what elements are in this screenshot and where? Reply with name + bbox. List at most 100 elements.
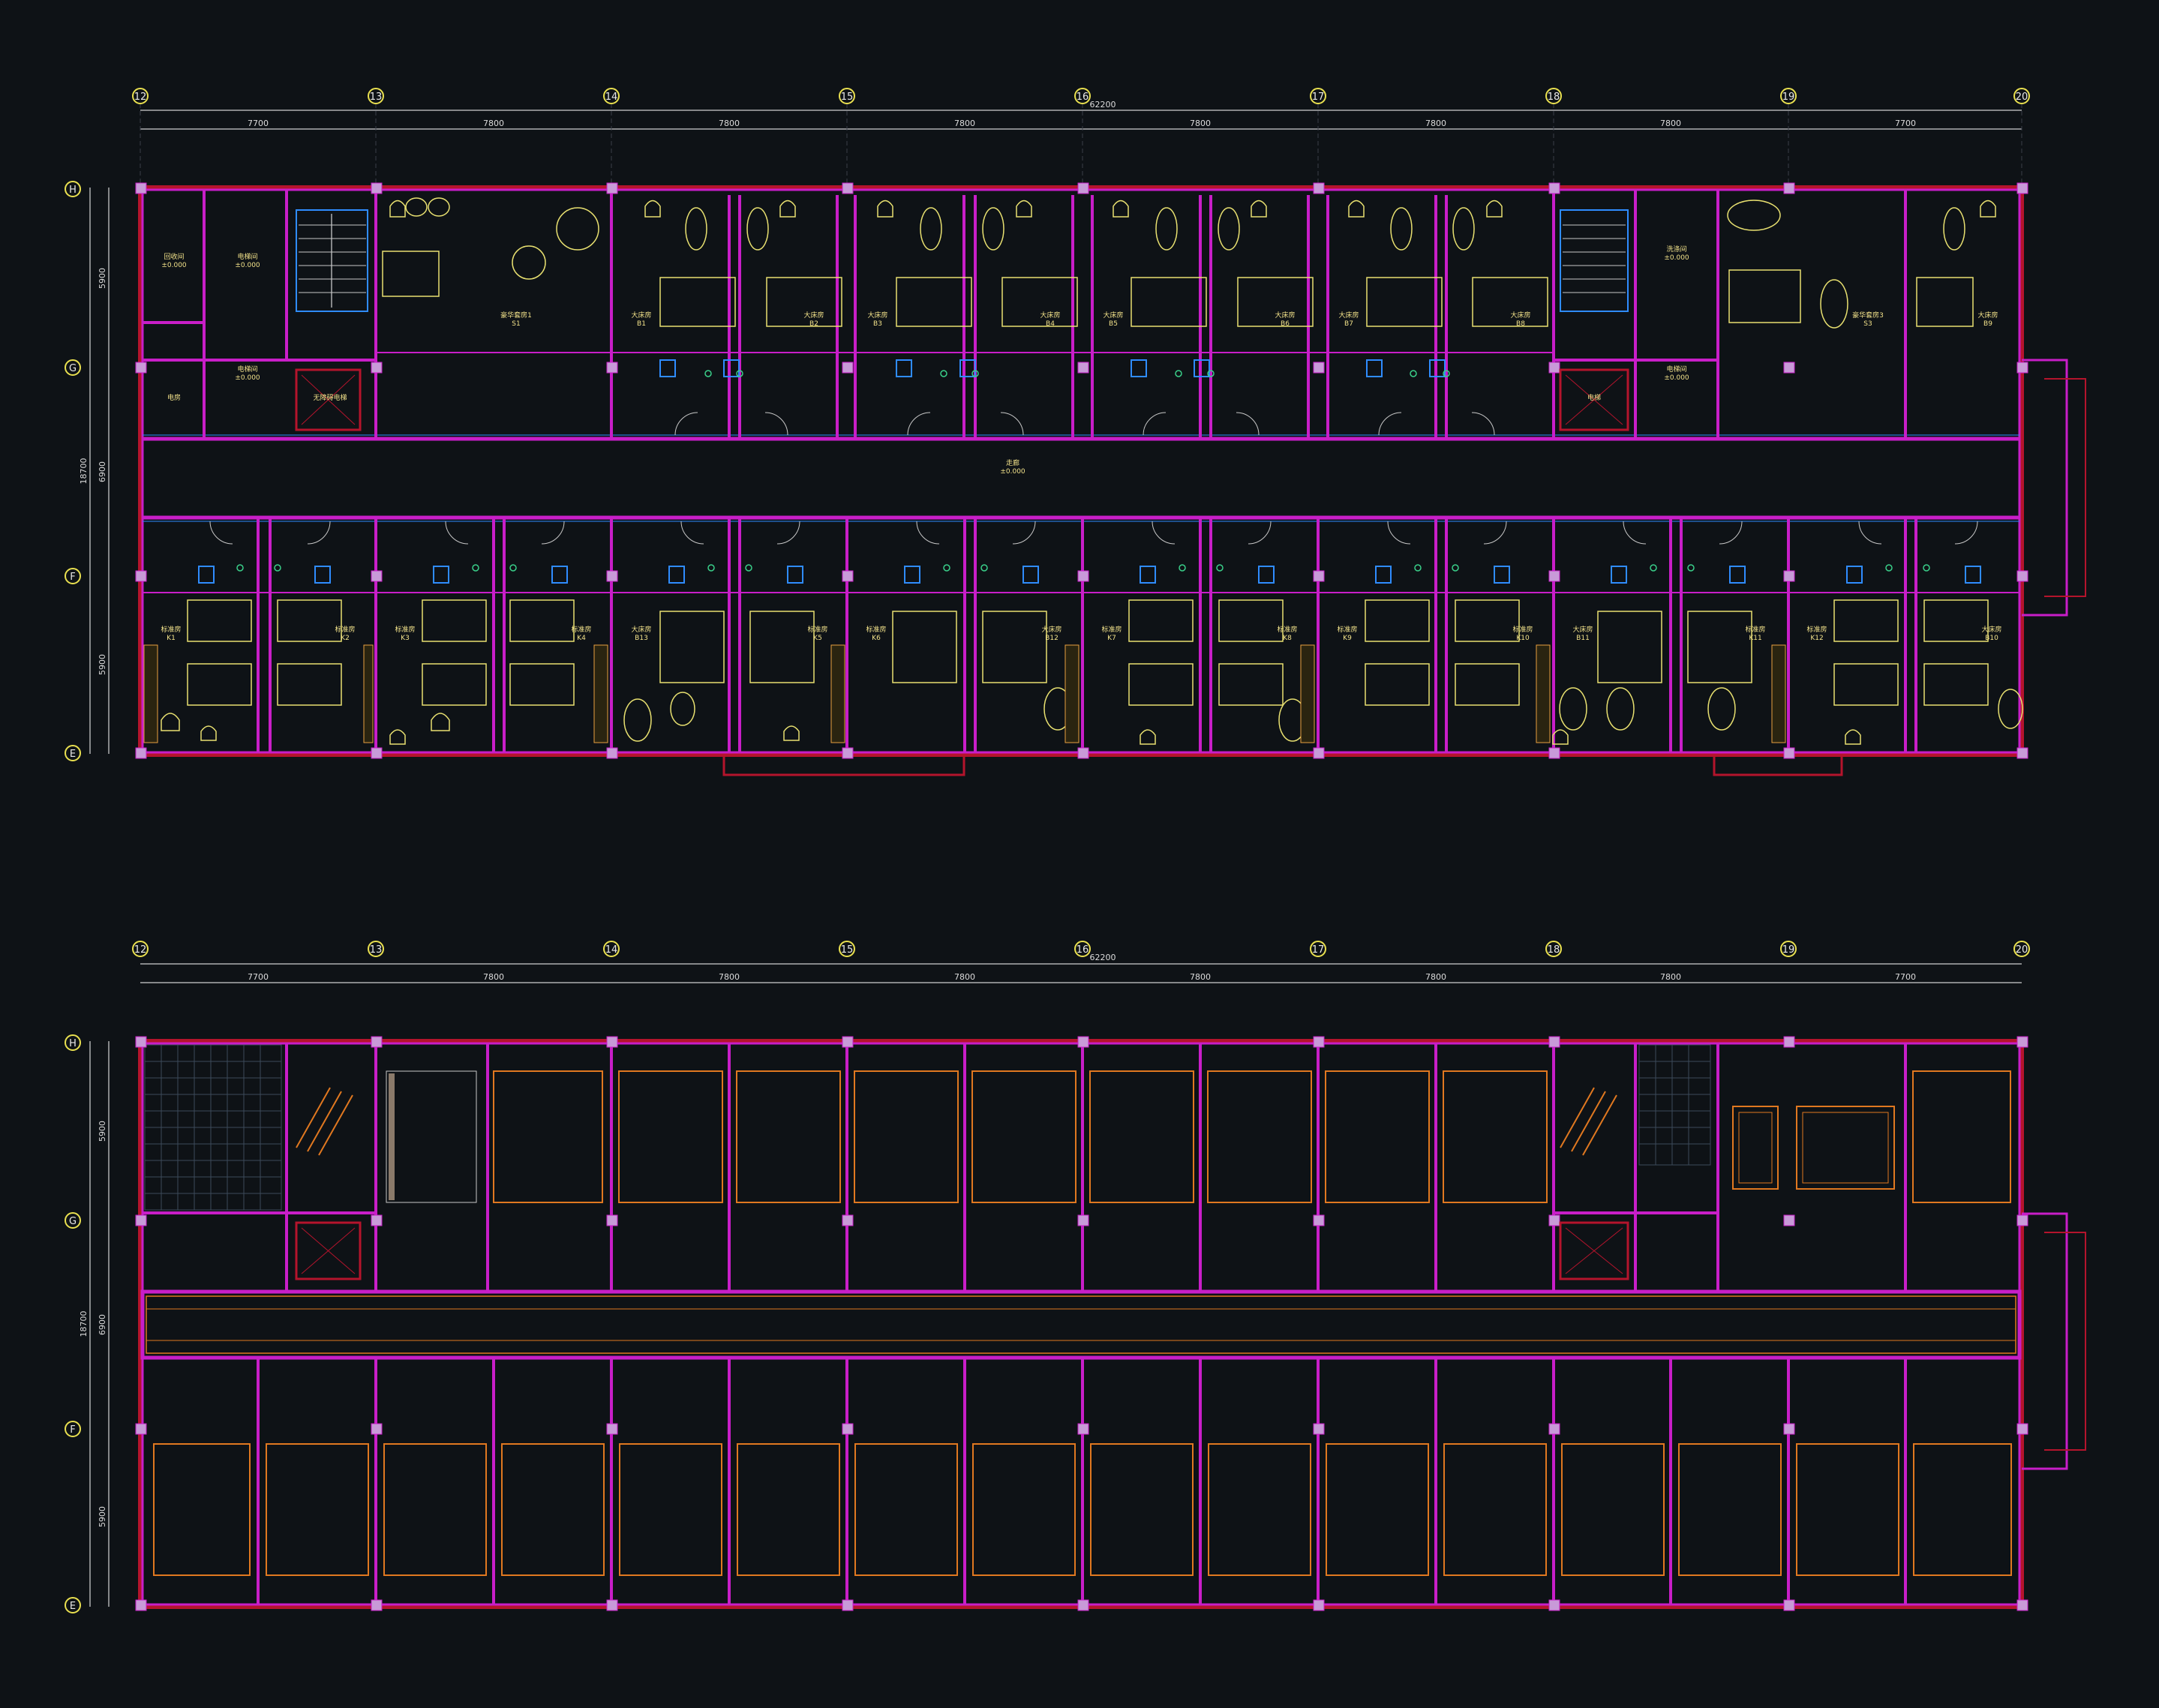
axis-label: F	[70, 572, 75, 583]
bay-dimension: 7700	[1895, 119, 1916, 128]
room-code: K5	[813, 635, 822, 642]
axis-label: H	[69, 1038, 77, 1049]
corridor-label: 走廊	[1006, 458, 1019, 467]
room-code: K10	[1516, 635, 1530, 642]
axis-label: 16	[1076, 92, 1089, 103]
bay-dimension: 7800	[719, 119, 740, 128]
room-level: ±0.000	[235, 374, 260, 382]
room-name: 标准房	[1277, 625, 1297, 634]
axis-label: G	[69, 363, 77, 374]
ceiling-panels-north	[493, 1070, 2011, 1203]
room-code: K11	[1749, 635, 1761, 642]
room-name: 标准房	[161, 625, 181, 634]
room-name: 豪华套房1	[500, 311, 532, 320]
room-name: 大床房	[1510, 311, 1530, 320]
bay-dimension: 7700	[248, 119, 269, 128]
axis-label: 17	[1312, 944, 1325, 956]
side-dimension: 6900	[98, 461, 107, 482]
bay-dimension: 7800	[1425, 972, 1446, 982]
building-outline	[138, 185, 2086, 776]
bay-dimension: 7800	[1190, 972, 1211, 982]
axis-label: 18	[1548, 92, 1560, 103]
beds-south	[161, 599, 2023, 745]
axis-label: H	[69, 185, 77, 196]
room-code: K2	[341, 635, 350, 642]
beds-north	[382, 197, 1996, 329]
axis-bubbles-x: 12 13 14 15 16 17 18 19 20	[132, 941, 2030, 957]
room-code: B10	[1985, 635, 1998, 642]
grid-ceiling	[144, 1044, 1711, 1211]
stairs-and-elevators	[295, 209, 1629, 431]
room-name: 标准房	[395, 625, 415, 634]
total-dimension: 62200	[1090, 100, 1116, 110]
room-code: K1	[167, 635, 176, 642]
bay-dimensions: 7700 7800 7800 7800 7800 7800 7800 7700	[248, 972, 1916, 982]
room-name: 电房	[167, 393, 181, 402]
bay-dimension: 7800	[483, 119, 504, 128]
side-dimension: 5900	[98, 654, 107, 675]
axis-grid-lines	[140, 104, 2022, 184]
room-code: B13	[635, 635, 648, 642]
bay-dimension: 7800	[1660, 119, 1681, 128]
room-name: 大床房	[631, 311, 651, 320]
axis-label: G	[69, 1216, 77, 1227]
ceiling-plan: 12 13 14 15 16 17 18 19 20 H G F E 62200…	[65, 941, 2086, 1613]
bay-dimension: 7800	[1660, 972, 1681, 982]
axis-label: E	[70, 749, 76, 760]
axis-label: E	[70, 1601, 76, 1612]
room-name: 大床房	[1977, 311, 1998, 320]
room-name: 大床房	[1572, 625, 1593, 634]
room-code: S1	[512, 320, 520, 328]
room-code: K6	[872, 635, 881, 642]
room-code: K7	[1107, 635, 1116, 642]
room-name: 电梯间	[1666, 365, 1686, 374]
dimension-lines	[89, 963, 2022, 1607]
room-partitions	[143, 190, 2019, 752]
bay-dimension: 7700	[1895, 972, 1916, 982]
room-code: K9	[1343, 635, 1352, 642]
axis-label: 12	[134, 92, 147, 103]
room-code: B12	[1045, 635, 1058, 642]
side-dimension: 5900	[98, 268, 107, 289]
room-code: B3	[873, 320, 882, 328]
side-dimensions: 5900 6900 5900	[98, 268, 107, 675]
room-code: K8	[1283, 635, 1292, 642]
room-name: 大床房	[1981, 625, 2001, 634]
axis-label: 17	[1312, 92, 1325, 103]
room-name: 标准房	[571, 625, 591, 634]
room-code: B9	[1983, 320, 1992, 328]
bay-dimension: 7700	[248, 972, 269, 982]
room-code: B8	[1516, 320, 1525, 328]
bay-dimensions: 7700 7800 7800 7800 7800 7800 7800 7700	[248, 119, 1916, 128]
room-name: 标准房	[1806, 625, 1827, 634]
side-total-dimension: 18700	[79, 458, 89, 485]
room-code: B11	[1576, 635, 1590, 642]
room-name: 标准房	[1745, 625, 1765, 634]
room-name: 洗涤间	[1666, 245, 1686, 254]
room-name: 大床房	[1275, 311, 1295, 320]
room-code: B6	[1281, 320, 1290, 328]
room-code: S3	[1863, 320, 1872, 328]
room-code: K12	[1810, 635, 1823, 642]
bay-dimension: 7800	[1190, 119, 1211, 128]
room-name: 大床房	[1041, 625, 1061, 634]
room-name: 无障碍电梯	[313, 393, 347, 402]
side-dimensions: 5900 6900 5900	[98, 1121, 107, 1527]
room-name: 标准房	[1512, 625, 1533, 634]
room-labels-north: 回收间 ±0.000 电梯间 ±0.000 电梯间 ±0.000 电房 无障碍电…	[161, 245, 1998, 402]
bathroom-fixtures	[198, 359, 1981, 584]
axis-label: 20	[2016, 944, 2028, 956]
room-code: B4	[1046, 320, 1055, 328]
axis-label: 19	[1782, 944, 1795, 956]
room-level: ±0.000	[235, 262, 260, 269]
corridor-level: ±0.000	[1000, 468, 1025, 476]
floor-plan: 12 13 14 15 16 17 18 19 20 H G F E 62200…	[65, 88, 2086, 776]
axis-label: 12	[134, 944, 147, 956]
room-name: 标准房	[335, 625, 355, 634]
axis-label: 19	[1782, 92, 1795, 103]
axis-bubbles-y: H G F E	[65, 181, 81, 761]
cad-drawing-canvas: 12 13 14 15 16 17 18 19 20 H G F E 62200…	[65, 88, 2086, 1613]
axis-bubbles-y: H G F E	[65, 1034, 81, 1613]
room-name: 标准房	[1337, 625, 1357, 634]
room-name: 大床房	[867, 311, 887, 320]
